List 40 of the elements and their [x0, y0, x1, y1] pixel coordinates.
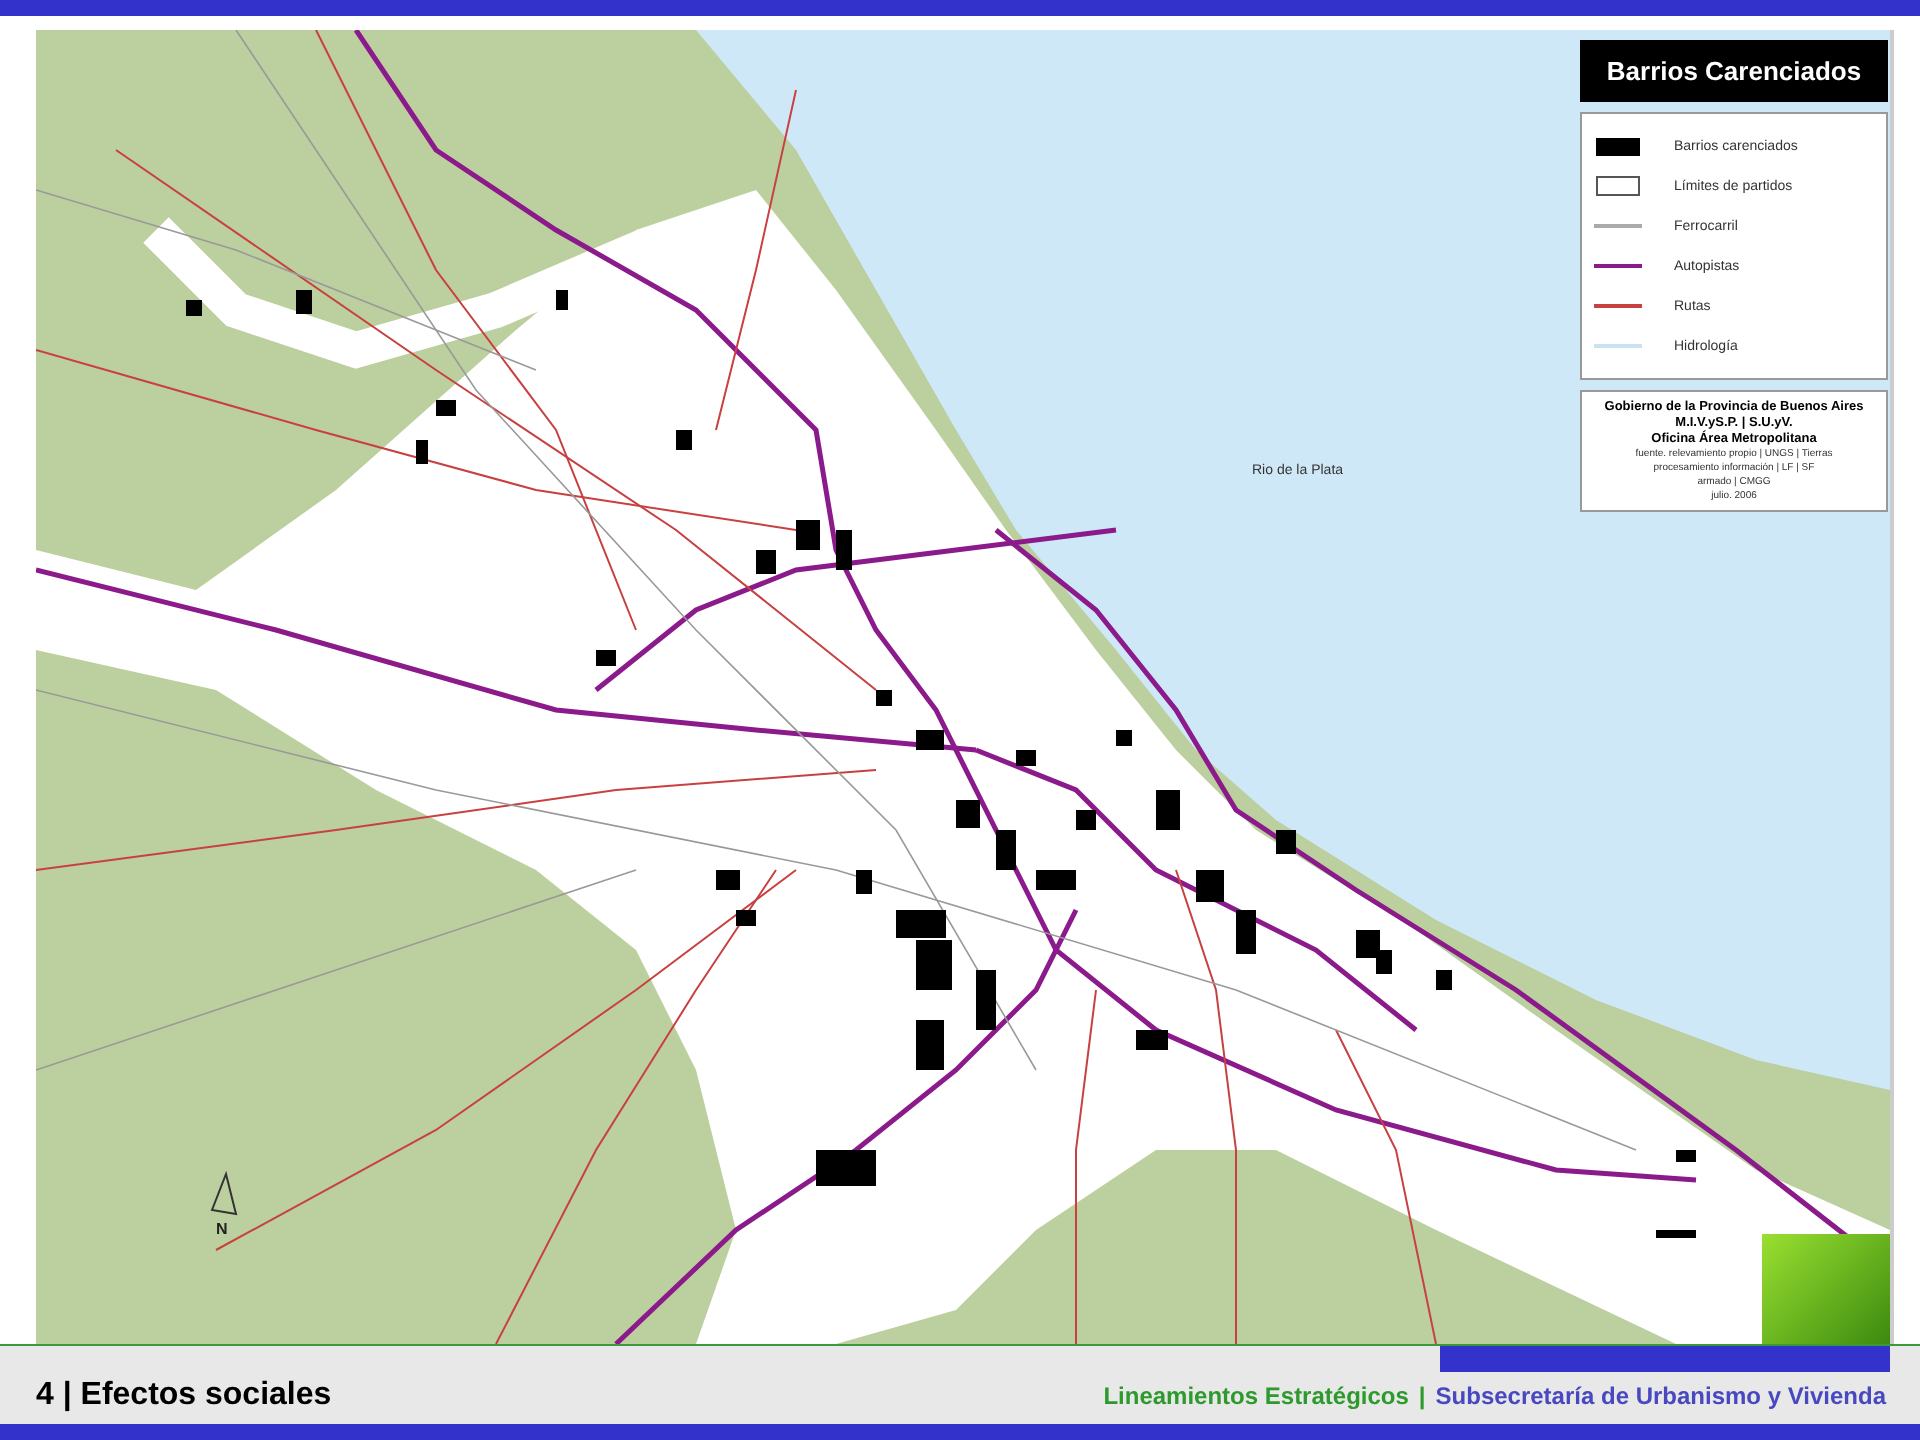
settlement-block — [756, 550, 776, 574]
settlement-block — [816, 1150, 876, 1186]
settlement-block — [956, 800, 980, 828]
settlement-block — [1156, 790, 1180, 830]
settlement-block — [716, 870, 740, 890]
settlement-block — [996, 830, 1016, 870]
settlement-block — [836, 530, 852, 570]
footer-credit: Subsecretaría de Urbanismo y Vivienda — [1435, 1381, 1886, 1409]
north-arrow-icon — [210, 1170, 238, 1216]
north-label: N — [216, 1220, 228, 1238]
settlement-block — [916, 730, 944, 750]
settlement-block — [1136, 1030, 1168, 1050]
footer-credit: Lineamientos Estratégicos — [1103, 1381, 1409, 1409]
settlement-block — [596, 650, 616, 666]
footer-separator: | — [1418, 1381, 1426, 1409]
settlement-block — [856, 870, 872, 894]
settlement-block — [1436, 970, 1452, 990]
settlement-block — [186, 300, 202, 316]
settlement-block — [436, 400, 456, 416]
settlement-block — [1276, 830, 1296, 854]
settlement-block — [1236, 910, 1256, 954]
settlement-block — [1016, 750, 1036, 766]
settlement-block — [1036, 870, 1076, 890]
settlement-block — [296, 290, 312, 314]
settlement-block — [556, 290, 568, 310]
settlement-block — [1676, 1150, 1696, 1162]
settlement-block — [736, 910, 756, 926]
legend-title: Barrios Carenciados — [1580, 40, 1888, 102]
settlement-block — [1076, 810, 1096, 830]
settlement-block — [796, 520, 820, 550]
settlement-block — [916, 1020, 944, 1070]
settlement-block — [1656, 1230, 1696, 1238]
logo-icon — [1762, 1234, 1890, 1344]
settlement-block — [676, 430, 692, 450]
settlement-block — [976, 970, 996, 1030]
slide-title: 4 | Efectos sociales — [36, 1377, 332, 1413]
settlement-block — [416, 440, 428, 464]
settlement-block — [1196, 870, 1224, 902]
settlement-block — [1116, 730, 1132, 746]
settlement-block — [876, 690, 892, 706]
